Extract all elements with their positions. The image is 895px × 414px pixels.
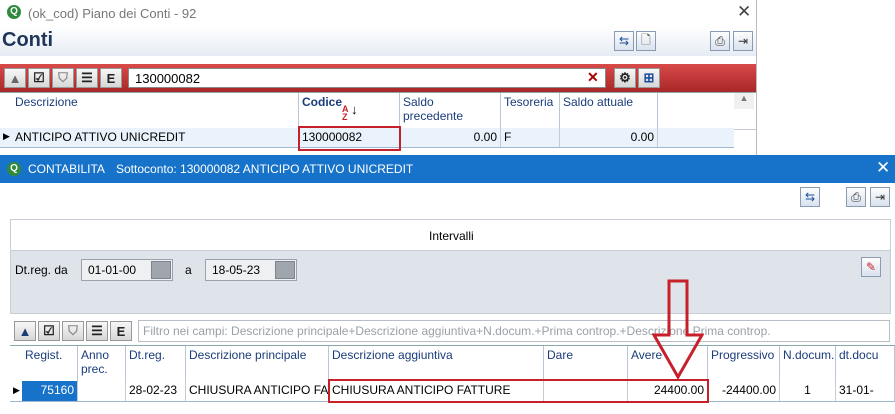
scrollbar-up-icon[interactable]: ▲ <box>734 93 754 109</box>
column-regist[interactable]: Regist. <box>22 346 78 382</box>
intervals-title: Intervalli <box>429 229 474 243</box>
column-dt-docu[interactable]: dt.docu <box>836 346 895 382</box>
sort-az-icon: AZ <box>342 104 349 122</box>
search-go-icon[interactable]: ⊞ <box>638 68 660 88</box>
window-title: (ok_cod) Piano dei Conti - 92 <box>28 6 197 21</box>
page-title: Conti <box>2 29 54 51</box>
cell-saldo-precedente: 0.00 <box>400 128 501 147</box>
titlebar-contabilita: Q CONTABILITA Sottoconto: 130000082 ANTI… <box>0 155 895 183</box>
filter-input[interactable]: Filtro nei campi: Descrizione principale… <box>138 320 890 342</box>
arrow-annotation-icon <box>652 279 704 379</box>
column-progressivo[interactable]: Progressivo <box>708 346 780 382</box>
sort-arrow-down-icon: ↓ <box>351 102 358 117</box>
refresh-icon[interactable]: ⇆ <box>800 187 820 207</box>
table-header: Descrizione Codice AZ ↓ Saldo precedente… <box>0 92 756 130</box>
app-logo-icon: Q <box>7 5 21 19</box>
checklist-icon[interactable]: ☑ <box>28 68 50 88</box>
column-dare[interactable]: Dare <box>544 346 628 382</box>
new-document-icon[interactable]: 🗋 <box>636 31 656 51</box>
row-pointer-icon: ▶ <box>3 131 10 141</box>
clear-filter-icon[interactable]: ✎ <box>861 257 881 277</box>
close-icon[interactable]: ✕ <box>876 158 890 178</box>
cell-n-docum: 1 <box>780 381 836 401</box>
window-app-name: CONTABILITA <box>28 162 105 176</box>
column-dt-reg[interactable]: Dt.reg. <box>126 346 186 382</box>
checklist-icon[interactable]: ☑ <box>38 321 60 341</box>
column-n-docum[interactable]: N.docum. <box>780 346 836 382</box>
date-from-field[interactable]: 01-01-00 <box>81 259 173 281</box>
refresh-icon[interactable]: ⇆ <box>614 31 634 51</box>
column-descrizione-principale[interactable]: Descrizione principale <box>186 346 329 382</box>
exit-icon[interactable]: ⇥ <box>733 31 753 51</box>
arrow-up-icon[interactable]: ▲ <box>14 321 36 341</box>
window-contabilita: Q CONTABILITA Sottoconto: 130000082 ANTI… <box>0 155 895 414</box>
date-from-label: Dt.reg. da <box>15 263 68 277</box>
column-saldo-precedente[interactable]: Saldo precedente <box>400 93 501 129</box>
window-subtitle: Sottoconto: 130000082 ANTICIPO ATTIVO UN… <box>116 162 414 176</box>
cell-progressivo: -24400.00 <box>708 381 780 401</box>
list-icon[interactable]: ☰ <box>86 321 108 341</box>
column-anno-prec[interactable]: Anno prec. <box>78 346 126 382</box>
column-saldo-attuale[interactable]: Saldo attuale <box>560 93 658 129</box>
print-icon[interactable]: ⎙ <box>846 187 866 207</box>
window-piano-conti: Q (ok_cod) Piano dei Conti - 92 ✕ Conti … <box>0 0 757 155</box>
cell-dt-reg: 28-02-23 <box>126 381 186 401</box>
list-icon[interactable]: ☰ <box>76 68 98 88</box>
date-from-value: 01-01-00 <box>88 263 137 277</box>
column-tesoreria[interactable]: Tesoreria <box>501 93 560 129</box>
search-input[interactable]: 130000082 ✕ <box>128 68 606 88</box>
exit-icon[interactable]: ⇥ <box>870 187 890 207</box>
print-icon[interactable]: ⎙ <box>710 31 730 51</box>
date-to-value: 18-05-23 <box>212 263 261 277</box>
highlight-aggiuntiva-avere <box>328 379 709 403</box>
filter-toolbar: ▲ ☑ ⛉ ☰ E Filtro nei campi: Descrizione … <box>10 319 891 343</box>
intervals-title-bar: Intervalli <box>11 220 890 251</box>
cell-anno-prec <box>78 381 126 401</box>
cell-descrizione-principale: CHIUSURA ANTICIPO FATTURE <box>186 381 329 401</box>
column-descrizione[interactable]: Descrizione <box>12 93 299 129</box>
app-logo-icon: Q <box>7 162 21 176</box>
arrow-up-icon[interactable]: ▲ <box>4 68 26 88</box>
heading-bar: Conti ⇆ 🗋 ⎙ ⇥ <box>0 26 756 56</box>
row-pointer-icon: ▶ <box>13 385 20 395</box>
calendar-icon[interactable] <box>151 261 171 279</box>
titlebar: Q (ok_cod) Piano dei Conti - 92 ✕ <box>0 0 756 26</box>
cell-regist: 75160 <box>22 381 78 401</box>
column-descrizione-aggiuntiva[interactable]: Descrizione aggiuntiva <box>329 346 544 382</box>
table-header: Regist. Anno prec. Dt.reg. Descrizione p… <box>10 345 895 383</box>
search-options-icon[interactable]: ⚙ <box>614 68 636 88</box>
cell-descrizione: ANTICIPO ATTIVO UNICREDIT <box>12 128 299 147</box>
search-value: 130000082 <box>135 71 201 86</box>
cell-saldo-attuale: 0.00 <box>560 128 658 147</box>
search-toolbar: ▲ ☑ ⛉ ☰ E 130000082 ✕ ⚙ ⊞ <box>0 64 756 92</box>
filter-icon[interactable]: ⛉ <box>62 321 84 341</box>
export-excel-icon[interactable]: E <box>100 68 122 88</box>
clear-icon[interactable]: ✕ <box>587 69 599 86</box>
intervals-panel: Intervalli Dt.reg. da 01-01-00 a 18-05-2… <box>10 219 891 314</box>
highlight-codice <box>298 126 401 151</box>
column-codice[interactable]: Codice AZ ↓ <box>299 93 400 129</box>
column-codice-label: Codice <box>302 95 343 109</box>
cell-tesoreria: F <box>501 128 560 147</box>
cell-dt-docu: 31-01- <box>836 381 895 401</box>
date-to-label: a <box>185 263 192 277</box>
date-to-field[interactable]: 18-05-23 <box>205 259 297 281</box>
close-icon[interactable]: ✕ <box>737 2 751 22</box>
calendar-icon[interactable] <box>275 261 295 279</box>
export-excel-icon[interactable]: E <box>110 321 132 341</box>
filter-icon[interactable]: ⛉ <box>52 68 74 88</box>
